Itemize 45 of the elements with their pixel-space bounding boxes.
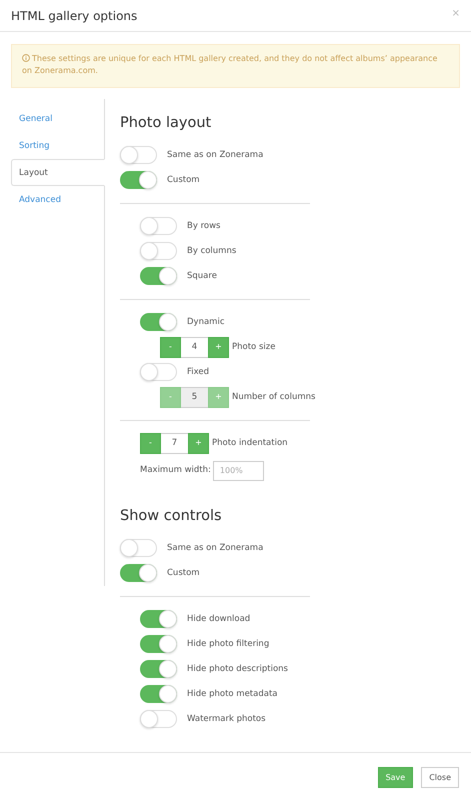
toggle-switch[interactable] — [140, 635, 177, 653]
nav-tab[interactable]: Sorting — [11, 132, 104, 159]
nav-tab[interactable]: Layout — [11, 159, 105, 186]
close-button[interactable]: × — [452, 6, 460, 21]
minus-button[interactable]: - — [160, 336, 181, 358]
stepper-label: Number of columns — [232, 390, 316, 404]
number-field[interactable]: 4 — [181, 336, 208, 358]
section-heading: Photo layout — [120, 114, 212, 133]
nav-tab[interactable]: Advanced — [11, 186, 104, 213]
toggle-label: By rows — [187, 220, 220, 233]
toggle-label: Hide photo metadata — [187, 688, 278, 700]
toggle-label: Watermark photos — [187, 712, 266, 726]
dialog-title: HTML gallery options — [11, 8, 138, 24]
stepper-label: Photo size — [232, 340, 276, 354]
toggle-label: Custom — [167, 566, 200, 580]
toggle-switch[interactable] — [140, 660, 177, 678]
info-icon — [22, 54, 30, 62]
toggle-switch[interactable] — [140, 267, 177, 286]
plus-button[interactable]: + — [188, 432, 209, 454]
toggle-switch[interactable] — [120, 564, 157, 582]
toggle-label: Same as on Zonerama — [167, 542, 264, 554]
toggle-label: Same as on Zonerama — [167, 148, 264, 162]
toggle-label: Custom — [167, 174, 200, 187]
plus-button[interactable]: + — [208, 336, 229, 358]
close-button[interactable]: Close — [421, 767, 459, 788]
toggle-switch[interactable] — [140, 610, 177, 628]
minus-button[interactable]: - — [140, 432, 161, 454]
toggle-label: Fixed — [187, 366, 210, 379]
section-heading: Show controls — [120, 506, 223, 526]
toggle-label: Square — [187, 270, 217, 283]
toggle-label: Hide photo filtering — [187, 638, 270, 650]
width-field[interactable]: 100% — [212, 460, 264, 481]
nav-tab[interactable]: General — [11, 105, 104, 132]
field-label: Maximum width: — [140, 464, 211, 478]
toggle-switch[interactable] — [140, 313, 177, 332]
toggle-label: Dynamic — [187, 316, 224, 329]
toggle-label: Hide download — [187, 612, 250, 626]
stepper-label: Photo indentation — [212, 436, 288, 450]
info-alert: These settings are unique for each HTML gallery created, and they do not affect albums’ appearance on Zonerama.com. — [11, 44, 460, 88]
number-field[interactable]: 7 — [161, 432, 188, 454]
toggle-label: By columns — [187, 244, 236, 258]
save-button[interactable]: Save — [378, 767, 414, 788]
toggle-switch[interactable] — [140, 685, 177, 703]
toggle-label: Hide photo descriptions — [187, 662, 288, 676]
toggle-switch[interactable] — [120, 171, 157, 190]
